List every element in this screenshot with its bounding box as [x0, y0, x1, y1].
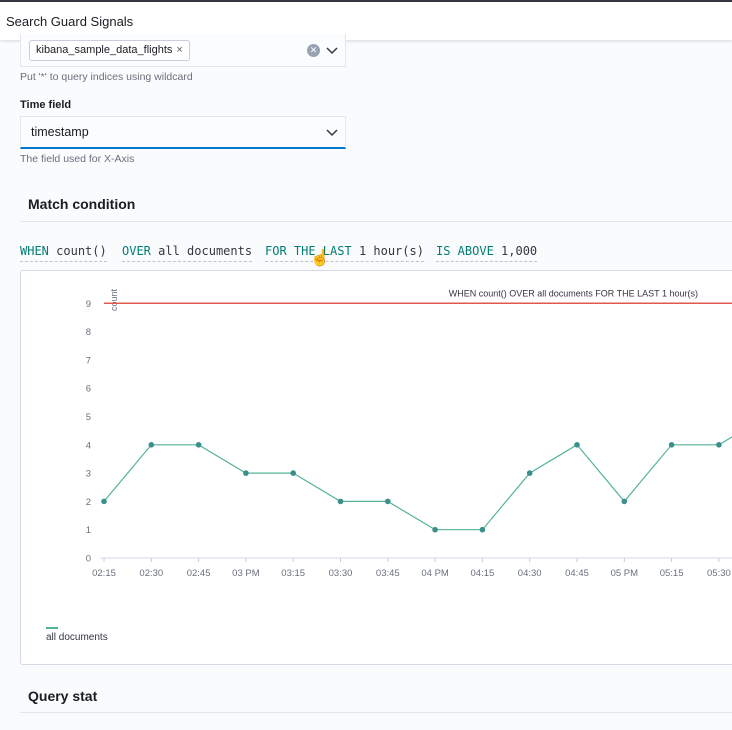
line-chart: 0 1 2 3 4 5 6 7 8 9 02:15 02:30 02:45 03 PM 03:15 03:30…	[86, 288, 732, 579]
data-point[interactable]	[148, 442, 155, 448]
x-tick-label: 02:30	[139, 568, 163, 579]
remove-index-icon[interactable]: ×	[176, 44, 182, 56]
for-the-last-value: 1 hour(s)	[358, 244, 424, 258]
x-tick-label: 05:15	[660, 568, 684, 579]
x-tick-label: 04:30	[518, 568, 542, 579]
y-tick-label: 7	[86, 355, 91, 366]
data-point[interactable]	[290, 470, 297, 476]
data-point[interactable]	[716, 442, 722, 448]
query-stat-title: Query stat	[28, 688, 98, 704]
is-above-keyword: IS ABOVE	[436, 244, 494, 258]
data-point[interactable]	[574, 442, 580, 448]
x-tick-label: 05 PM	[611, 568, 639, 579]
hand-cursor-icon: ☝	[310, 250, 330, 267]
chart-panel: 0 1 2 3 4 5 6 7 8 9 02:15 02:30 02:45 03 PM 03:15 03:30…	[20, 270, 732, 665]
over-value: all documents	[158, 244, 253, 258]
index-pill[interactable]: kibana_sample_data_flights ×	[29, 40, 190, 61]
time-field-label: Time field	[20, 99, 72, 111]
x-tick-label: 03:45	[376, 568, 400, 579]
chevron-down-icon[interactable]	[326, 47, 338, 55]
x-tick-label: 03:30	[329, 568, 353, 579]
divider	[20, 221, 732, 222]
threshold-label: WHEN count() OVER all documents FOR THE …	[449, 288, 698, 298]
y-axis-label: count	[109, 288, 119, 311]
divider	[20, 712, 732, 713]
y-tick-label: 8	[86, 327, 91, 338]
data-point[interactable]	[385, 498, 391, 505]
chevron-down-icon	[326, 129, 338, 137]
clear-icon[interactable]: ✕	[307, 44, 320, 57]
for-the-last-expression[interactable]: FOR THE LAST 1 hour(s)	[265, 244, 424, 262]
indices-help-text: Put '*' to query indices using wildcard	[20, 71, 193, 83]
when-keyword: WHEN	[20, 244, 49, 258]
x-tick-label: 03:15	[281, 568, 305, 579]
time-field-help-text: The field used for X-Axis	[20, 153, 135, 165]
y-tick-label: 0	[86, 554, 91, 565]
y-tick-label: 2	[86, 497, 91, 508]
data-point[interactable]	[479, 526, 486, 533]
over-keyword: OVER	[122, 244, 151, 258]
is-above-value: 1,000	[501, 244, 538, 258]
x-tick-label: 03 PM	[232, 568, 260, 579]
when-expression[interactable]: WHEN count()	[20, 244, 107, 262]
when-value: count()	[56, 244, 107, 258]
index-pill-label: kibana_sample_data_flights	[36, 44, 173, 56]
app-title: Search Guard Signals	[6, 14, 134, 29]
x-tick-label: 04:45	[565, 568, 589, 579]
y-tick-label: 5	[86, 412, 91, 423]
y-tick-label: 6	[86, 384, 91, 395]
data-point[interactable]	[668, 442, 675, 448]
x-tick-label: 05:30	[707, 568, 731, 579]
legend-label[interactable]: all documents	[46, 632, 108, 643]
y-tick-label: 3	[86, 469, 91, 480]
for-the-last-keyword: FOR THE LAST	[265, 244, 352, 258]
x-tick-label: 04 PM	[421, 568, 449, 579]
x-tick-label: 02:45	[187, 568, 211, 579]
time-field-select[interactable]: timestamp	[20, 116, 346, 149]
time-field-value: timestamp	[31, 125, 89, 139]
y-tick-label: 1	[86, 525, 91, 536]
data-point[interactable]	[526, 470, 533, 476]
indices-combobox[interactable]: kibana_sample_data_flights × ✕	[20, 34, 346, 67]
over-expression[interactable]: OVER all documents	[122, 244, 253, 262]
y-tick-label: 4	[86, 440, 91, 451]
data-point[interactable]	[432, 526, 438, 533]
series-line-all-documents	[103, 436, 732, 531]
data-point[interactable]	[101, 498, 107, 505]
x-tick-label: 04:15	[471, 568, 495, 579]
y-tick-label: 9	[86, 299, 91, 310]
x-tick-label: 02:15	[92, 568, 116, 579]
data-point[interactable]	[621, 498, 628, 505]
match-condition-title: Match condition	[28, 196, 136, 212]
data-point[interactable]	[243, 470, 249, 476]
data-point[interactable]	[337, 498, 344, 505]
data-point[interactable]	[195, 442, 202, 448]
is-above-expression[interactable]: IS ABOVE 1,000	[436, 244, 538, 262]
legend-swatch	[46, 627, 58, 629]
